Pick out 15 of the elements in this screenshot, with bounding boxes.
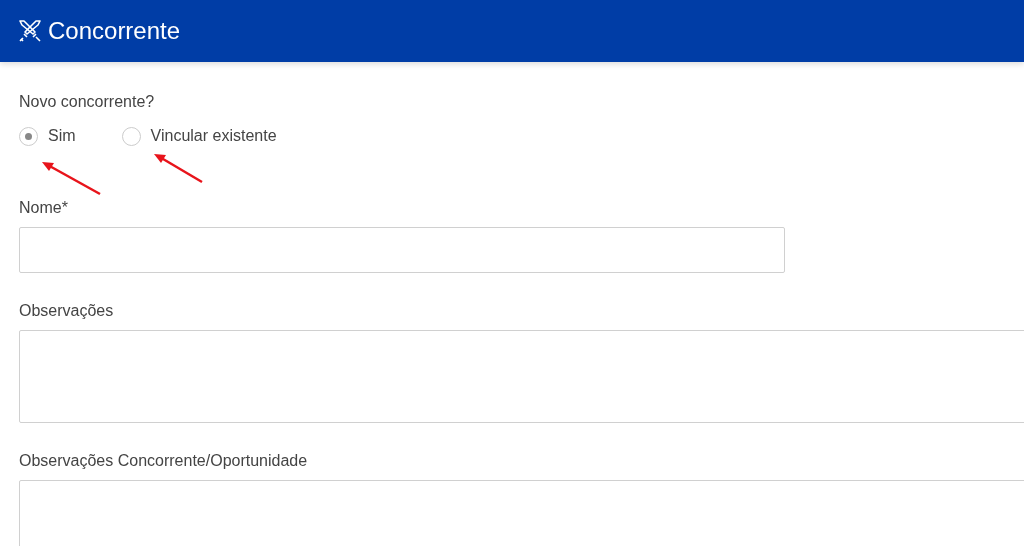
field-label: Observações Concorrente/Oportunidade <box>19 451 309 471</box>
text-area[interactable] <box>19 330 1024 423</box>
field-label: Nome* <box>19 198 69 218</box>
question-label: Novo concorrente? <box>19 92 156 112</box>
annotation-arrow <box>152 152 204 184</box>
text-area[interactable] <box>19 480 1024 546</box>
radio-button[interactable] <box>121 126 141 146</box>
radio-option[interactable]: Sim <box>19 124 76 148</box>
input-field[interactable] <box>19 227 785 273</box>
radio-option[interactable]: Vincular existente <box>121 124 277 148</box>
radio-button[interactable] <box>19 126 38 146</box>
annotation-arrow <box>40 160 102 196</box>
crossed-swords-icon <box>18 19 42 43</box>
page-title: Concorrente <box>48 16 181 46</box>
field-label: Observações <box>19 301 115 321</box>
